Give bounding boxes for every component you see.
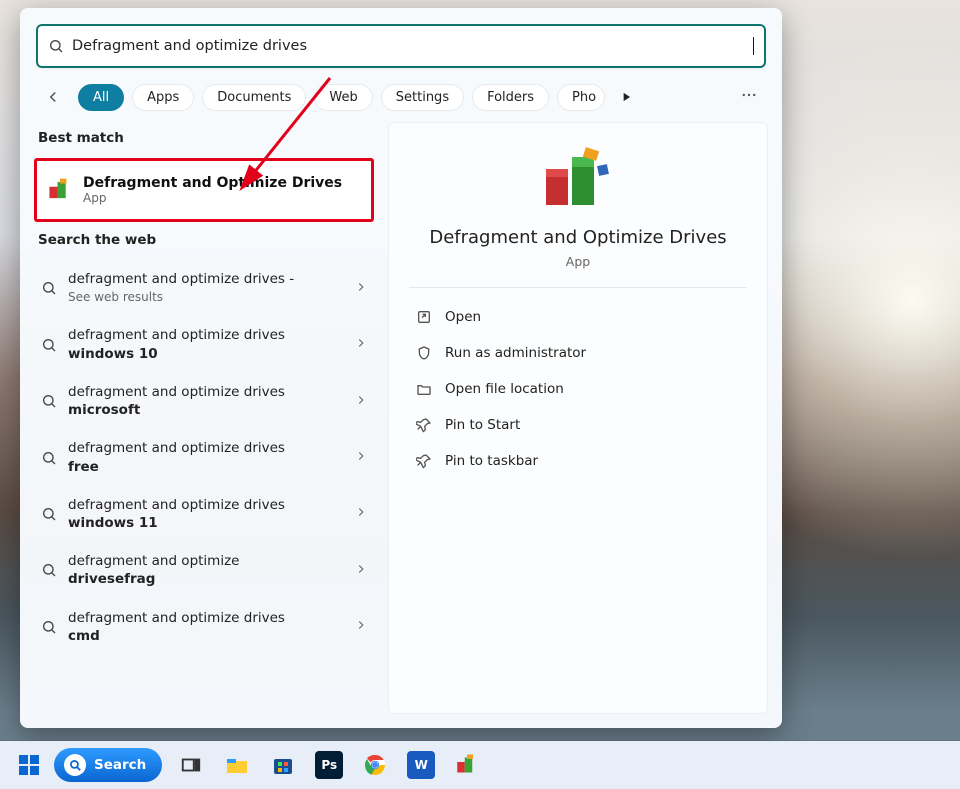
detail-actions: Open Run as administrator Open file loca… xyxy=(409,300,747,478)
open-icon xyxy=(415,308,433,326)
tab-folders[interactable]: Folders xyxy=(472,84,549,111)
search-icon xyxy=(40,392,58,410)
web-suggestion-bold: cmd xyxy=(68,628,100,644)
search-icon xyxy=(40,561,58,579)
web-suggestion-bold: drivesefrag xyxy=(68,571,155,587)
web-suggestion[interactable]: defragment and optimize drives microsoft xyxy=(34,373,374,429)
defrag-app-icon xyxy=(47,177,73,203)
search-icon xyxy=(64,754,86,776)
shield-icon xyxy=(415,344,433,362)
action-label: Pin to Start xyxy=(445,417,520,433)
web-suggestion-text: defragment and optimize drives xyxy=(68,610,285,626)
action-open[interactable]: Open xyxy=(409,300,747,334)
search-icon xyxy=(40,449,58,467)
search-web-label: Search the web xyxy=(38,232,370,248)
results-column: Best match Defragment and Optimize Drive… xyxy=(34,122,388,714)
word-button[interactable]: W xyxy=(400,745,442,785)
divider xyxy=(409,287,747,288)
web-suggestion-text: defragment and optimize drives xyxy=(68,440,285,456)
action-run-admin[interactable]: Run as administrator xyxy=(409,336,747,370)
folder-icon xyxy=(415,380,433,398)
tab-settings[interactable]: Settings xyxy=(381,84,464,111)
web-suggestions-list: defragment and optimize drives - See web… xyxy=(34,260,374,655)
chevron-right-icon xyxy=(354,279,368,298)
tab-photos[interactable]: Pho xyxy=(557,84,605,111)
action-pin-start[interactable]: Pin to Start xyxy=(409,408,747,442)
best-match-text: Defragment and Optimize Drives App xyxy=(83,175,342,205)
defrag-app-icon xyxy=(538,147,618,211)
detail-subtitle: App xyxy=(566,254,590,269)
result-detail-pane: Defragment and Optimize Drives App Open … xyxy=(388,122,768,714)
web-suggestion-text: defragment and optimize drives - xyxy=(68,271,294,287)
search-icon xyxy=(40,618,58,636)
action-label: Open xyxy=(445,309,481,325)
tab-documents[interactable]: Documents xyxy=(202,84,306,111)
tabs-overflow-arrow[interactable] xyxy=(617,88,635,106)
taskview-button[interactable] xyxy=(170,745,212,785)
web-suggestion-text: defragment and optimize drives xyxy=(68,384,285,400)
back-button[interactable] xyxy=(42,86,64,108)
search-icon xyxy=(40,505,58,523)
tab-all[interactable]: All xyxy=(78,84,124,111)
photoshop-button[interactable]: Ps xyxy=(308,745,350,785)
best-match-label: Best match xyxy=(38,130,370,146)
web-suggestion-text: defragment and optimize drives xyxy=(68,497,285,513)
detail-title: Defragment and Optimize Drives xyxy=(429,227,726,248)
tab-web[interactable]: Web xyxy=(314,84,372,111)
chevron-right-icon xyxy=(354,448,368,467)
best-match-result[interactable]: Defragment and Optimize Drives App xyxy=(34,158,374,222)
action-pin-taskbar[interactable]: Pin to taskbar xyxy=(409,444,747,478)
microsoft-store-button[interactable] xyxy=(262,745,304,785)
pin-icon xyxy=(415,416,433,434)
search-icon xyxy=(40,279,58,297)
defrag-taskbar-button[interactable] xyxy=(446,745,488,785)
best-match-subtitle: App xyxy=(83,191,342,205)
chevron-right-icon xyxy=(354,392,368,411)
action-open-location[interactable]: Open file location xyxy=(409,372,747,406)
search-tabs: All Apps Documents Web Settings Folders … xyxy=(20,74,782,122)
web-suggestion[interactable]: defragment and optimize drives windows 1… xyxy=(34,486,374,542)
search-bar-container: Defragment and optimize drives xyxy=(20,8,782,74)
search-icon xyxy=(40,336,58,354)
chevron-right-icon xyxy=(354,561,368,580)
web-suggestion-sub: See web results xyxy=(68,290,163,304)
action-label: Pin to taskbar xyxy=(445,453,538,469)
search-icon xyxy=(48,38,64,54)
web-suggestion-bold: windows 11 xyxy=(68,515,158,531)
chevron-right-icon xyxy=(354,617,368,636)
taskbar: Search Ps W xyxy=(0,741,960,789)
search-input[interactable]: Defragment and optimize drives xyxy=(36,24,766,68)
web-suggestion[interactable]: defragment and optimize drives free xyxy=(34,429,374,485)
search-input-text[interactable]: Defragment and optimize drives xyxy=(72,37,754,55)
web-suggestion-bold: windows 10 xyxy=(68,346,158,362)
web-suggestion-text: defragment and optimize drives xyxy=(68,327,285,343)
web-suggestion-bold: free xyxy=(68,459,99,475)
web-suggestion[interactable]: defragment and optimize drives - See web… xyxy=(34,260,374,316)
chrome-button[interactable] xyxy=(354,745,396,785)
action-label: Open file location xyxy=(445,381,564,397)
web-suggestion-bold: microsoft xyxy=(68,402,140,418)
web-suggestion[interactable]: defragment and optimize drivesefrag xyxy=(34,542,374,598)
start-search-panel: Defragment and optimize drives All Apps … xyxy=(20,8,782,728)
taskbar-search-label: Search xyxy=(94,757,146,773)
chevron-right-icon xyxy=(354,335,368,354)
action-label: Run as administrator xyxy=(445,345,586,361)
taskbar-search-button[interactable]: Search xyxy=(54,748,162,782)
web-suggestion[interactable]: defragment and optimize drives windows 1… xyxy=(34,316,374,372)
more-options[interactable] xyxy=(732,82,766,112)
file-explorer-button[interactable] xyxy=(216,745,258,785)
chevron-right-icon xyxy=(354,504,368,523)
web-suggestion[interactable]: defragment and optimize drives cmd xyxy=(34,599,374,655)
start-button[interactable] xyxy=(8,745,50,785)
pin-icon xyxy=(415,452,433,470)
web-suggestion-text: defragment and optimize xyxy=(68,553,239,569)
tab-apps[interactable]: Apps xyxy=(132,84,194,111)
best-match-title: Defragment and Optimize Drives xyxy=(83,175,342,191)
